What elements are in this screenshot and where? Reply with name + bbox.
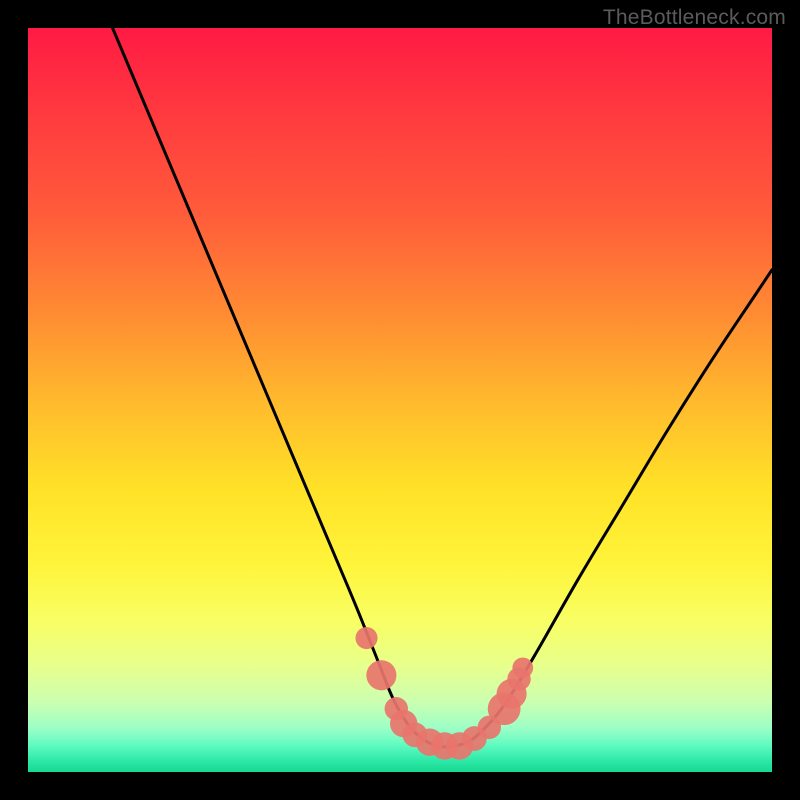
curve-marker <box>366 660 396 690</box>
bottleneck-curve <box>28 28 772 772</box>
curve-marker <box>512 657 533 678</box>
curve-marker <box>355 627 377 649</box>
watermark-text: TheBottleneck.com <box>603 6 786 30</box>
plot-area <box>28 28 772 772</box>
chart-frame: TheBottleneck.com <box>0 0 800 800</box>
